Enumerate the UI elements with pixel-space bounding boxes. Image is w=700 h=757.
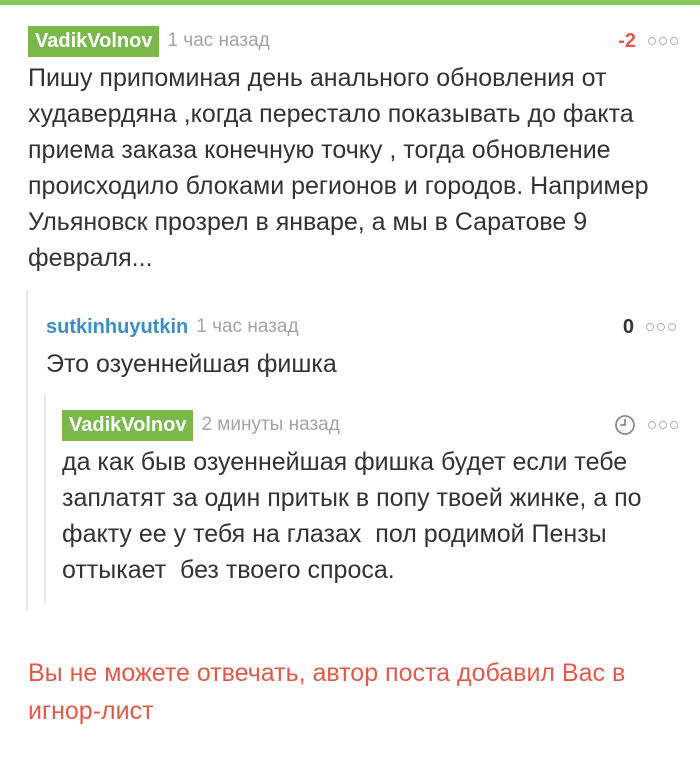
comment: VadikVolnov 1 час назад -2 Пишу припомин… (28, 24, 678, 276)
more-dots-icon[interactable] (648, 37, 678, 45)
more-dots-icon[interactable] (646, 323, 676, 331)
more-dots-icon[interactable] (648, 421, 678, 429)
comment-reply: VadikVolnov 2 минуты назад да как быв оз… (62, 408, 678, 588)
thread-line (44, 393, 46, 603)
reply-blocked-notice: Вы не можете отвечать, автор поста добав… (28, 659, 626, 725)
comment-header: sutkinhuyutkin 1 час назад 0 (46, 310, 676, 344)
comment-text: да как быв озуеннейшая фишка будет если … (62, 448, 649, 584)
author-badge[interactable]: VadikVolnov (62, 409, 194, 441)
comment-text: Пишу припоминая день анального обновлени… (28, 64, 656, 272)
comment-rating: -2 (618, 29, 636, 52)
comment-reply: sutkinhuyutkin 1 час назад 0 Это озуенне… (46, 310, 676, 382)
comment-header: VadikVolnov 1 час назад -2 (28, 24, 678, 58)
comment-time[interactable]: 1 час назад (167, 30, 269, 52)
author-name[interactable]: sutkinhuyutkin (46, 316, 188, 339)
comment-header: VadikVolnov 2 минуты назад (62, 408, 678, 442)
clock-icon[interactable] (614, 414, 636, 436)
comment-rating: 0 (622, 315, 634, 338)
comment-time[interactable]: 1 час назад (196, 316, 298, 338)
comment-time[interactable]: 2 минуты назад (201, 414, 339, 436)
top-accent-bar (0, 0, 700, 5)
author-badge[interactable]: VadikVolnov (28, 25, 160, 57)
comment-text: Это озуеннейшая фишка (46, 350, 337, 378)
thread-line (26, 290, 28, 610)
